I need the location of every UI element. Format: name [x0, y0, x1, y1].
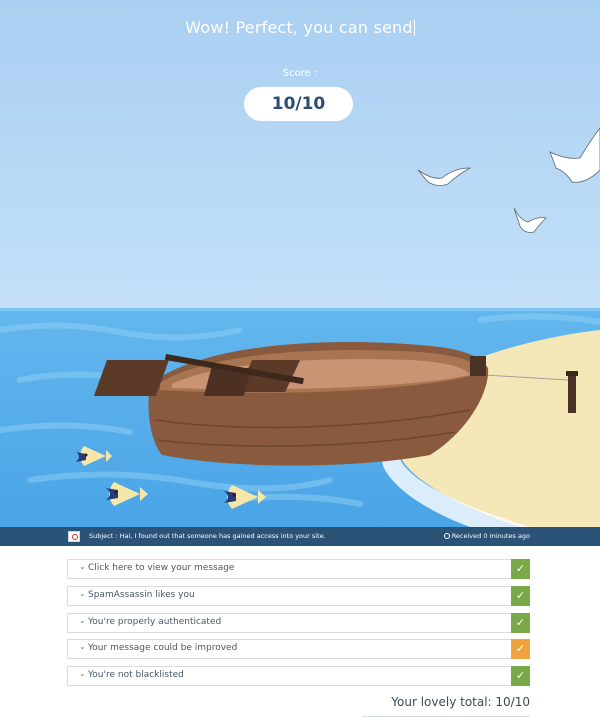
check-label[interactable]: Click here to view your message — [88, 563, 234, 573]
check-row-message-improved[interactable]: ⌄ Your message could be improved ✓ — [67, 639, 530, 660]
chevron-down-icon: ⌄ — [79, 615, 86, 625]
check-icon: ✓ — [511, 639, 530, 660]
chevron-down-icon: ⌄ — [79, 562, 86, 571]
check-icon: ✓ — [511, 612, 530, 633]
message-subject-bar: Subject : Hai, I found out that someone … — [0, 527, 600, 546]
text-caret — [413, 20, 415, 36]
chevron-down-icon: ⌄ — [79, 669, 86, 679]
check-row-blacklist[interactable]: ⌄ You're not blacklisted ✓ — [67, 666, 530, 687]
result-headline: Wow! Perfect, you can send — [185, 18, 415, 37]
check-list: ⌄ Click here to view your message ✓ ⌄ Sp… — [67, 559, 530, 693]
clock-icon — [443, 533, 450, 539]
check-row-authentication[interactable]: ⌄ You're properly authenticated ✓ — [67, 612, 530, 633]
chevron-down-icon: ⌄ — [79, 588, 86, 598]
received-time: Received 0 minutes ago — [443, 532, 530, 540]
check-row-spamassassin[interactable]: ⌄ SpamAssassin likes you ✓ — [67, 585, 530, 606]
check-label[interactable]: Your message could be improved — [88, 643, 237, 653]
check-icon: ✓ — [511, 585, 530, 606]
check-icon: ✓ — [511, 559, 530, 579]
score-label: Score : — [282, 68, 318, 79]
check-label[interactable]: You're not blacklisted — [88, 670, 184, 680]
check-icon: ✓ — [511, 666, 530, 687]
beach-illustration — [0, 0, 600, 527]
check-label[interactable]: SpamAssassin likes you — [88, 590, 195, 600]
check-row-view-message[interactable]: ⌄ Click here to view your message ✓ — [67, 559, 530, 579]
chevron-down-icon: ⌄ — [79, 642, 86, 652]
score-badge: 10/10 — [244, 87, 353, 121]
mail-icon — [68, 531, 80, 542]
total-score: Your lovely total: 10/10 — [391, 695, 530, 709]
illustration-scene: Wow! Perfect, you can send Score : 10/10 — [0, 0, 600, 527]
check-label[interactable]: You're properly authenticated — [88, 617, 221, 627]
message-subject: Subject : Hai, I found out that someone … — [89, 532, 326, 540]
